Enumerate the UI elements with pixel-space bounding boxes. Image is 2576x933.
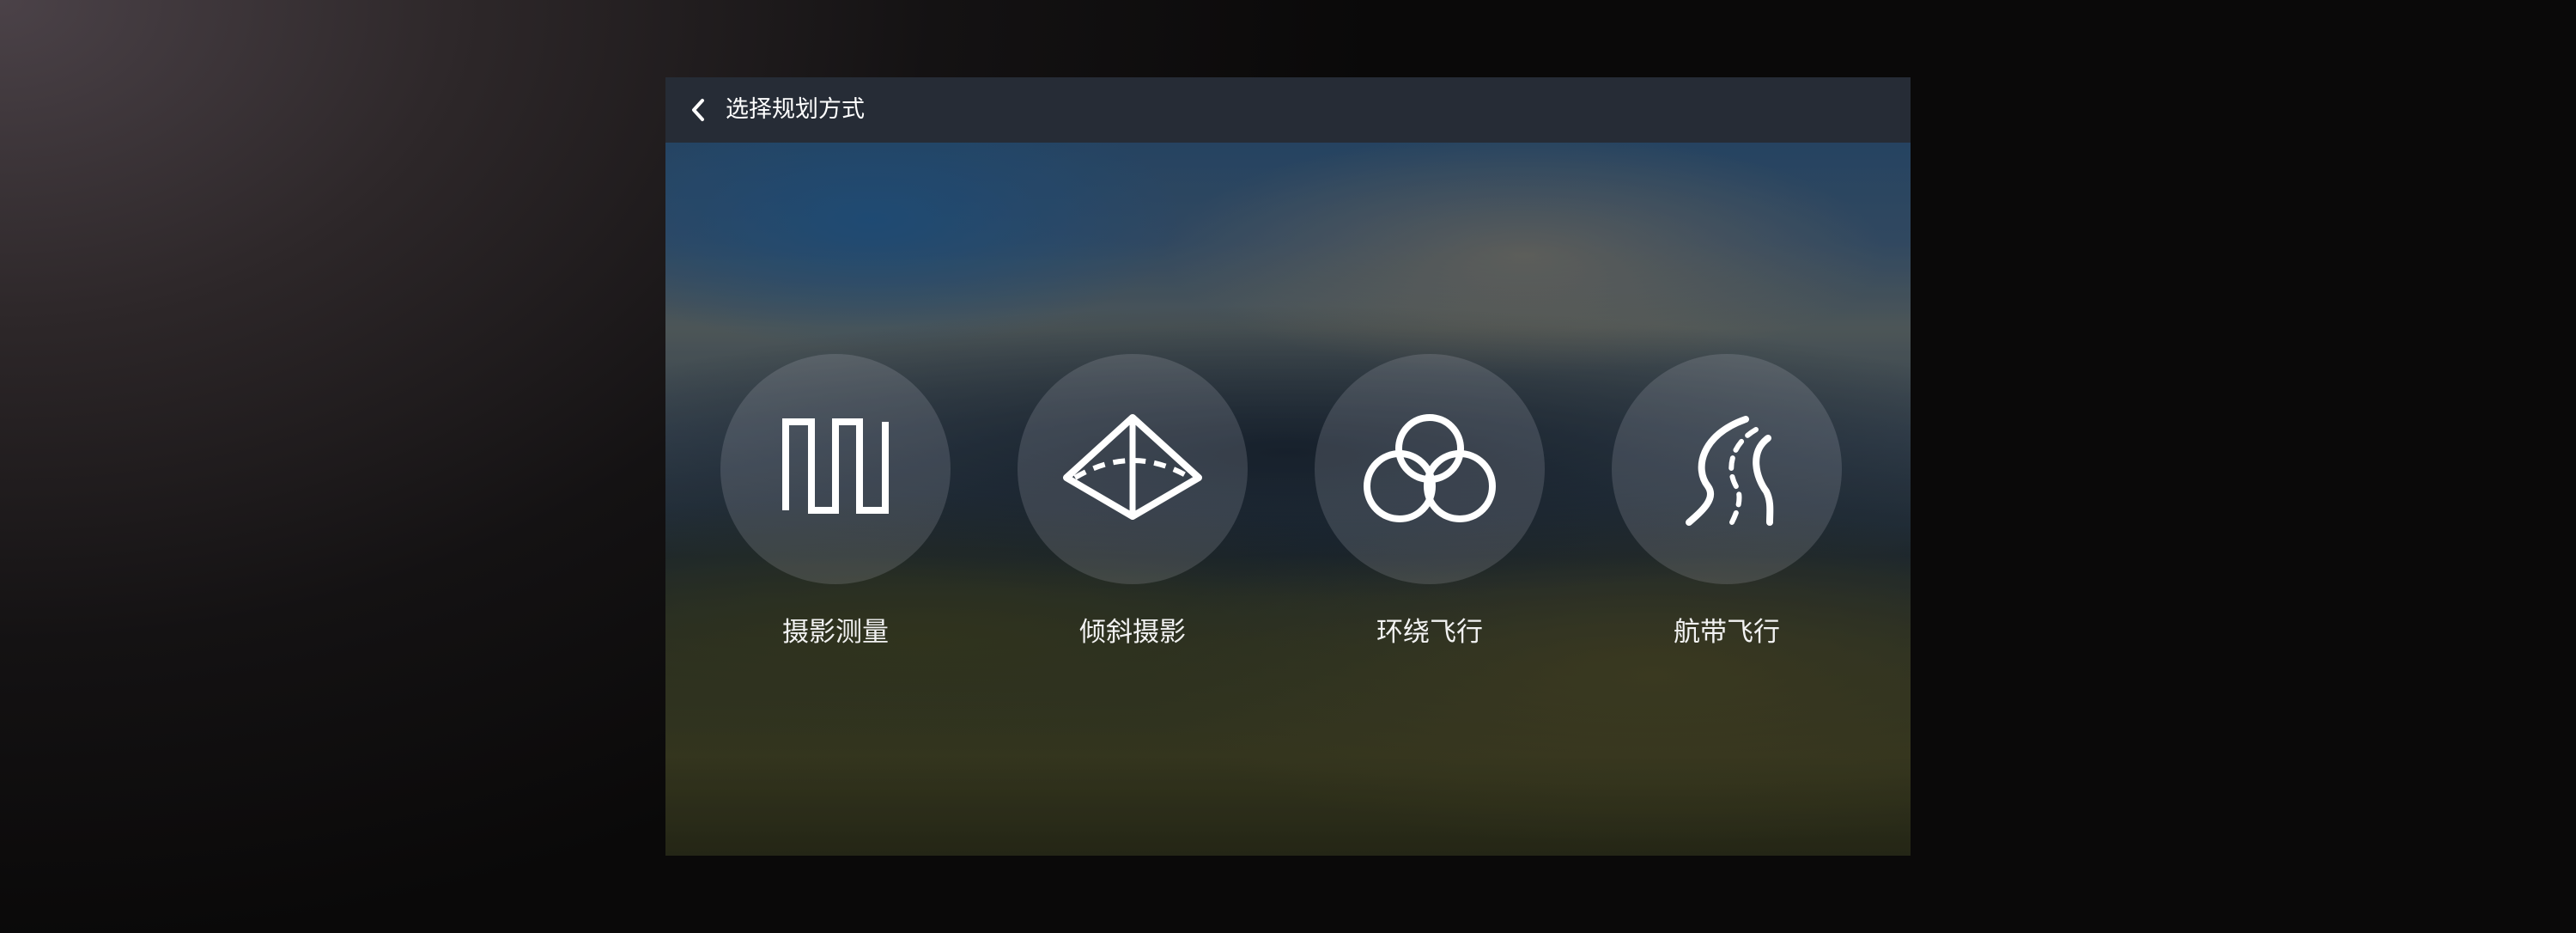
option-circle[interactable] xyxy=(720,354,951,584)
three-rings-icon xyxy=(1364,414,1496,522)
option-label: 摄影测量 xyxy=(782,617,889,648)
page-title: 选择规划方式 xyxy=(726,96,865,123)
zigzag-path-icon xyxy=(782,418,889,514)
option-strip-flight[interactable]: 航带飞行 xyxy=(1598,354,1856,648)
option-label: 航带飞行 xyxy=(1674,617,1780,648)
road-icon xyxy=(1686,416,1774,526)
option-photogrammetry[interactable]: 摄影测量 xyxy=(707,354,964,648)
option-orbit-flight[interactable]: 环绕飞行 xyxy=(1301,354,1558,648)
option-circle[interactable] xyxy=(1315,354,1545,584)
back-button[interactable] xyxy=(681,93,715,127)
option-label: 环绕飞行 xyxy=(1376,617,1483,648)
pyramid-icon xyxy=(1063,414,1202,520)
option-circle[interactable] xyxy=(1018,354,1248,584)
title-bar: 选择规划方式 xyxy=(665,77,1911,143)
option-circle[interactable] xyxy=(1612,354,1842,584)
option-label: 倾斜摄影 xyxy=(1079,617,1186,648)
option-oblique-photography[interactable]: 倾斜摄影 xyxy=(1004,354,1261,648)
chevron-left-icon xyxy=(692,99,704,121)
plan-mode-panel: 选择规划方式 摄影测量 倾斜摄影 环绕飞行 航带飞行 xyxy=(665,77,1911,856)
